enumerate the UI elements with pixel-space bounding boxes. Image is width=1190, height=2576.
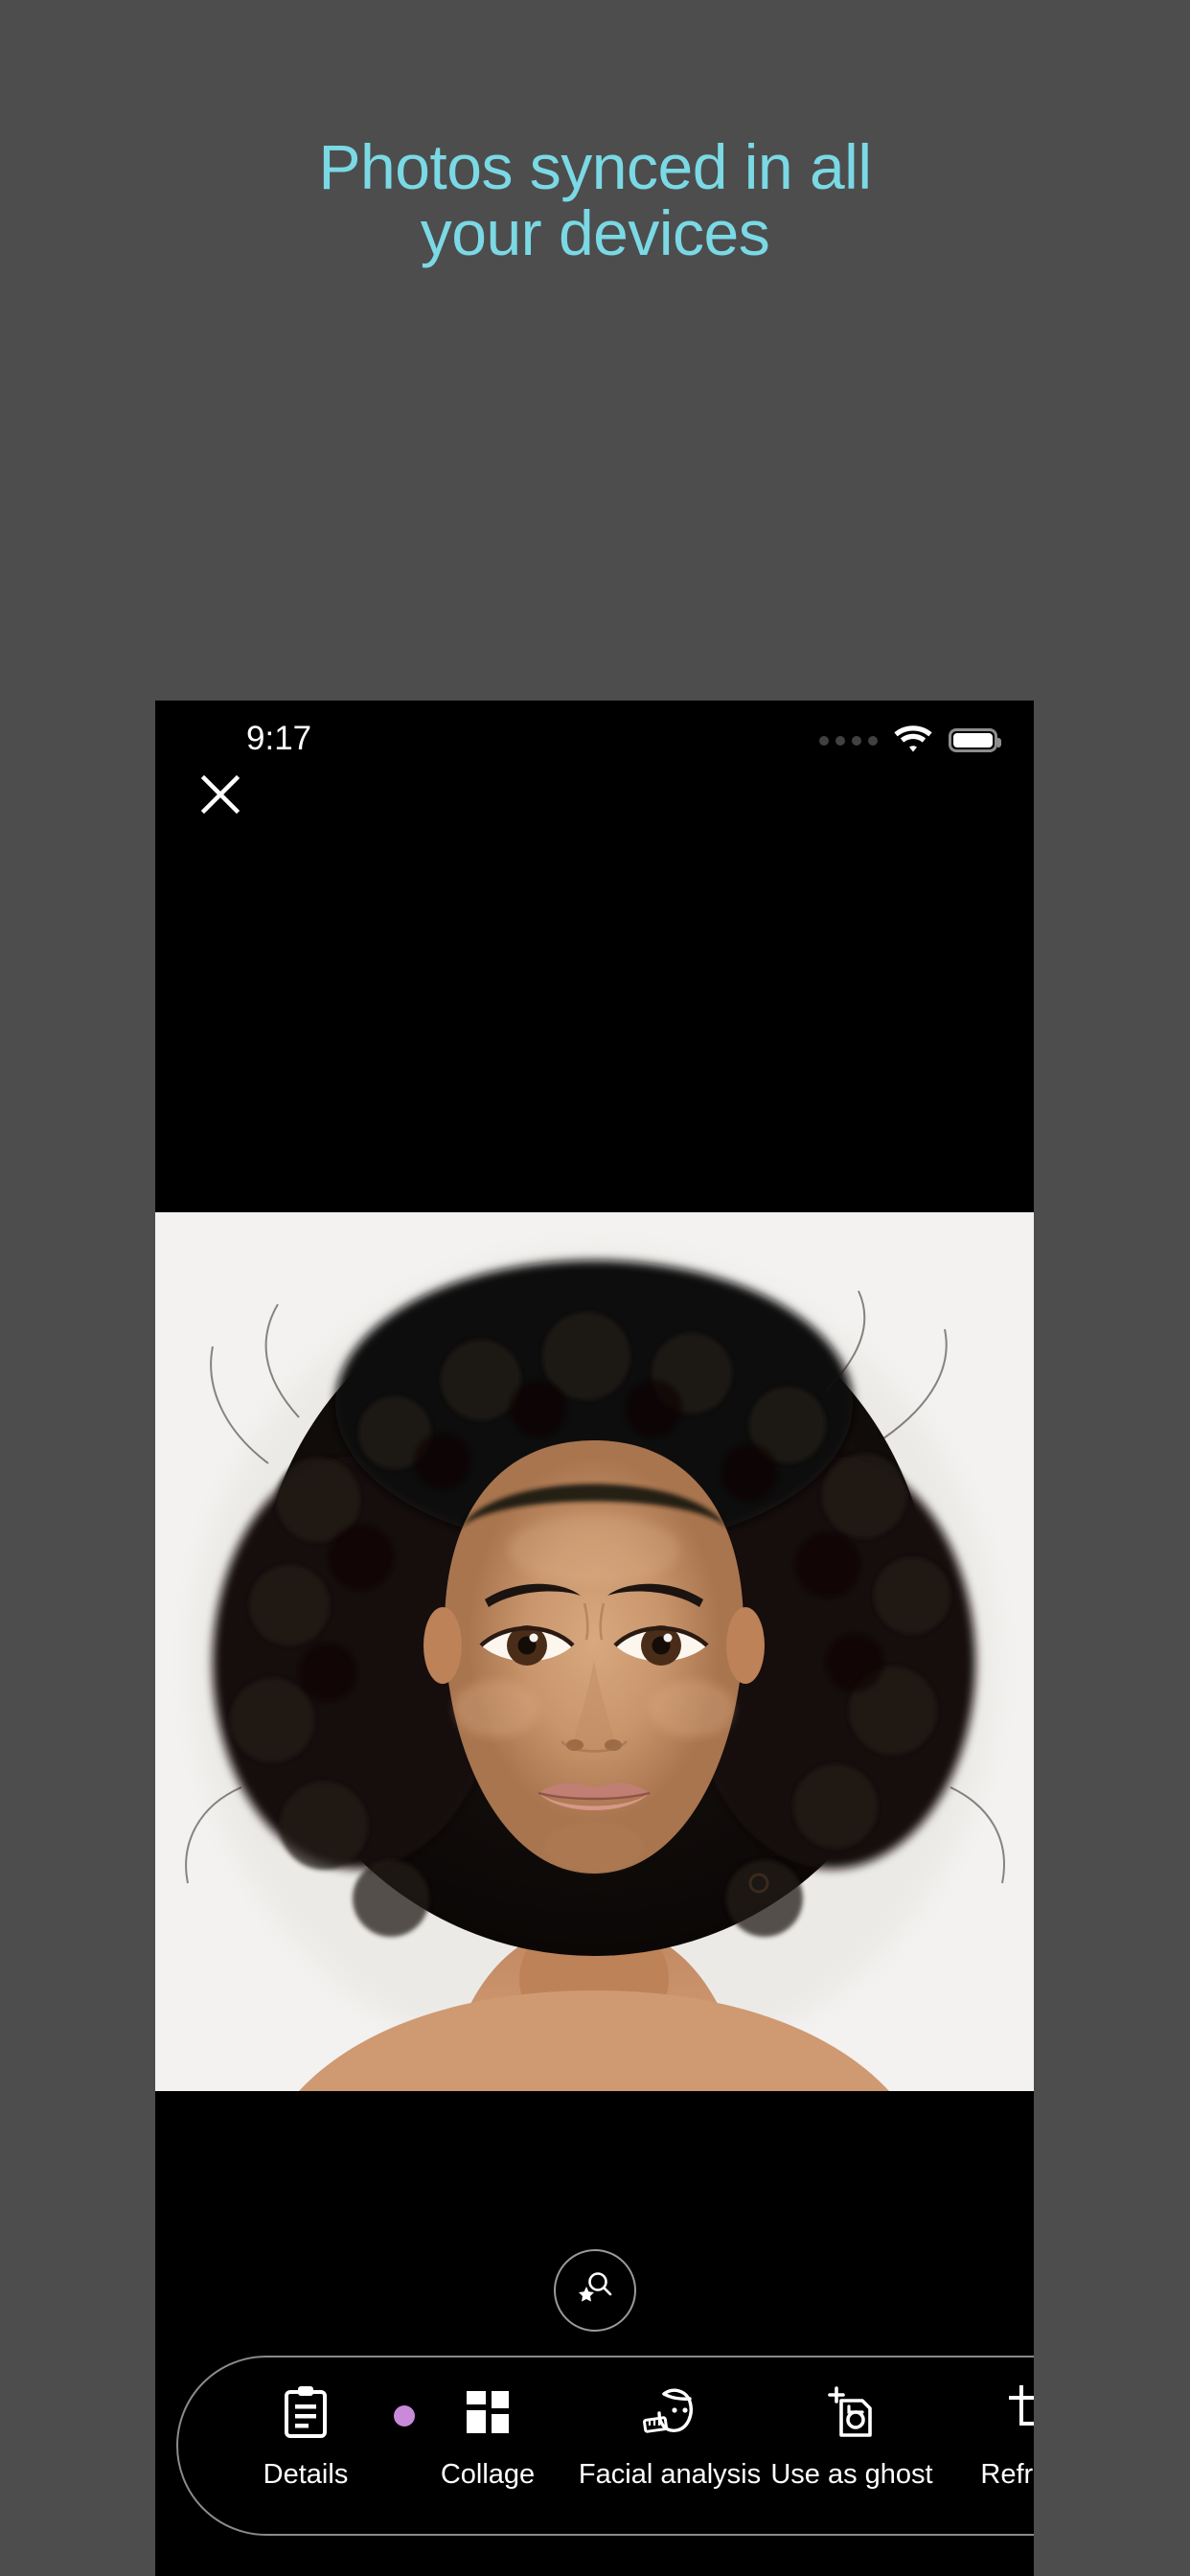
toolbar-label: Reframe <box>980 2459 1034 2490</box>
toolbar-label: Facial analysis <box>578 2459 762 2490</box>
toolbar-item-details[interactable]: Details <box>215 2358 415 2491</box>
smart-search-button[interactable] <box>553 2249 636 2332</box>
status-bar-time: 9:17 <box>246 720 312 757</box>
status-bar: 9:17 <box>155 701 1034 779</box>
battery-full-icon <box>949 728 1001 752</box>
face-measure-icon <box>642 2382 698 2442</box>
portrait-photo <box>155 1212 1034 2091</box>
toolbar-item-facial-analysis[interactable]: Facial analysis <box>579 2358 761 2491</box>
status-bar-indicators <box>819 724 1001 757</box>
toolbar-item-collage[interactable]: Collage <box>397 2358 579 2491</box>
bottom-toolbar: Details Collage Facial analysis Use as g… <box>176 2356 1034 2536</box>
grid-layout-icon <box>463 2382 513 2442</box>
toolbar-item-use-as-ghost[interactable]: Use as ghost <box>761 2358 943 2491</box>
toolbar-label: Collage <box>440 2459 536 2490</box>
signal-dots-icon <box>819 735 878 746</box>
clipboard-icon <box>281 2382 415 2442</box>
camera-plus-icon <box>826 2382 878 2442</box>
toolbar-label: Details <box>263 2459 349 2490</box>
magnifier-star-icon <box>574 2267 616 2314</box>
phone-mockup: 9:17 Details Collage Facial analysis Use… <box>155 701 1034 2576</box>
toolbar-label: Use as ghost <box>770 2459 933 2490</box>
crop-icon <box>1009 2382 1034 2442</box>
page-title: Photos synced in all your devices <box>318 131 872 268</box>
photo-viewer[interactable] <box>155 1212 1034 2091</box>
toolbar-item-reframe[interactable]: Reframe <box>943 2358 1034 2491</box>
wifi-icon <box>894 724 932 757</box>
close-button[interactable] <box>184 760 257 833</box>
close-x-icon <box>199 773 241 820</box>
